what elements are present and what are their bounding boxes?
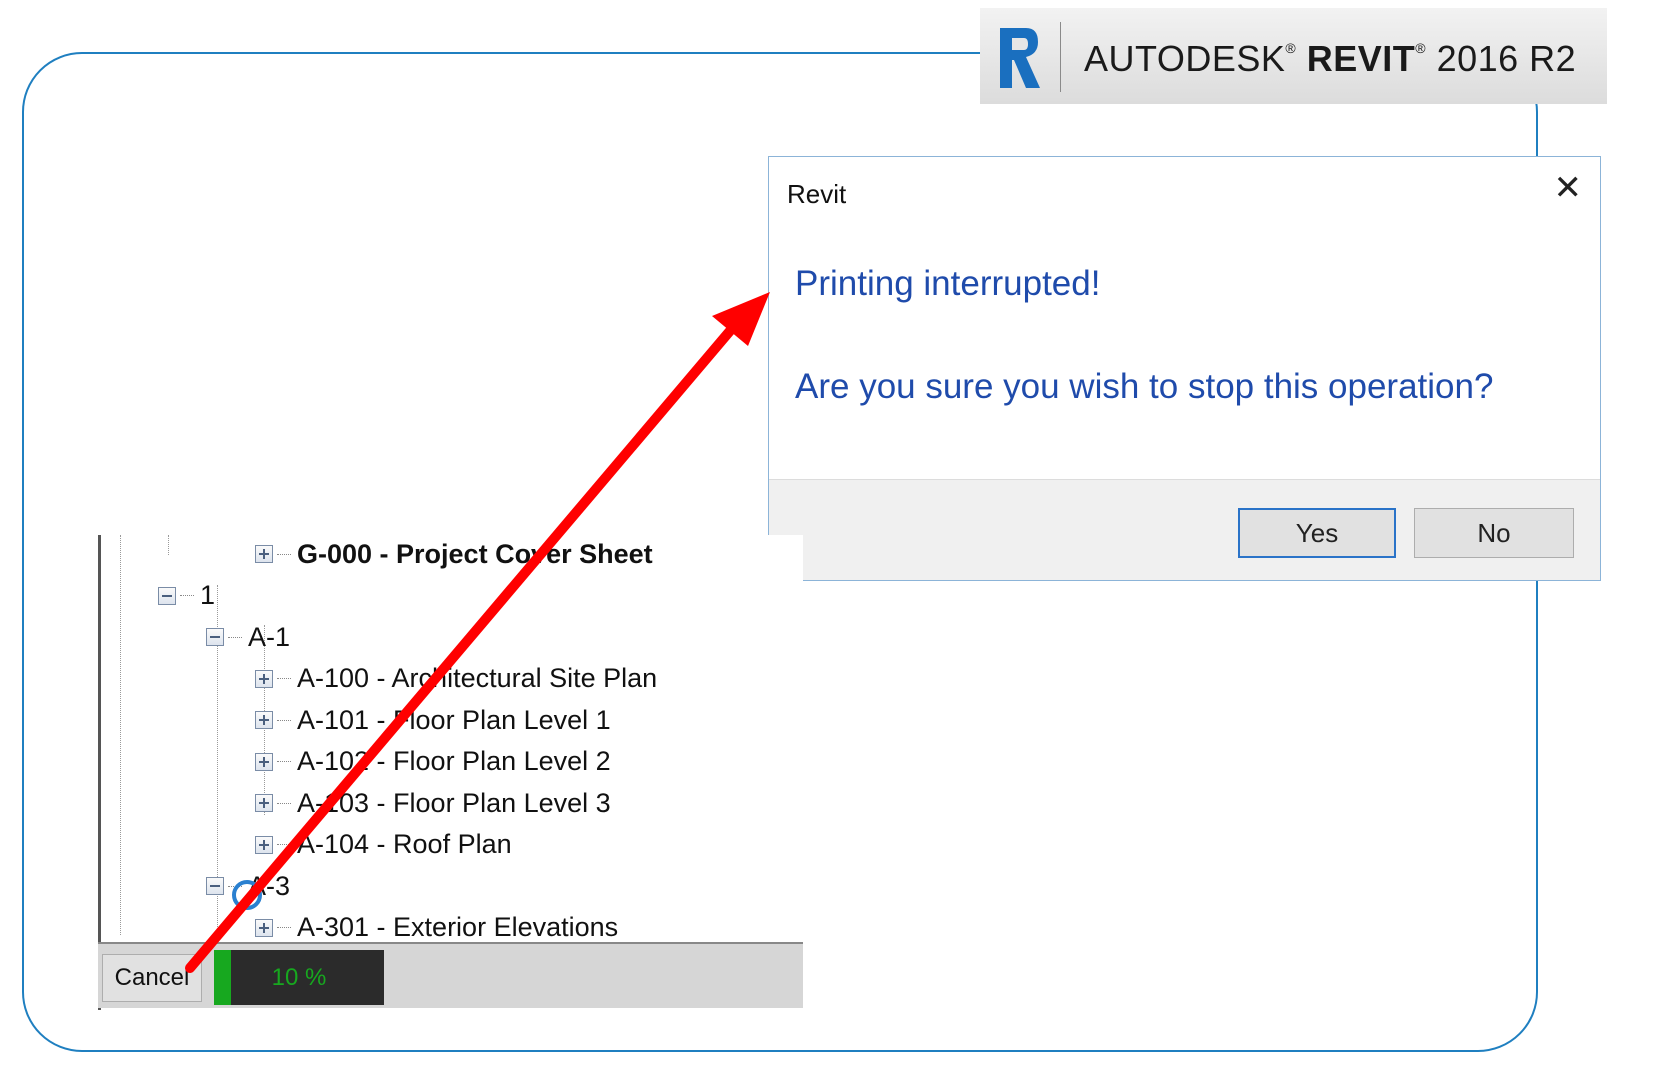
tree-connector [277,927,291,928]
tree-item-label: A-301 - Exterior Elevations [297,912,619,942]
tree-item-label: A-100 - Architectural Site Plan [297,663,658,693]
no-button[interactable]: No [1414,508,1574,558]
tree-connector [228,636,242,638]
revit-r-logo-icon [1000,28,1040,88]
tree-guide-line [120,535,121,935]
tree-item[interactable]: G-000 - Project Cover Sheet [255,537,653,571]
mouse-cursor-highlight [232,880,262,910]
tree-connector [277,844,291,845]
progress-text: 10 % [271,963,327,991]
tree-item[interactable]: A-101 - Floor Plan Level 1 [255,703,611,737]
tree-item[interactable]: 1 [158,579,215,613]
tree-item[interactable]: A-104 - Roof Plan [255,828,512,862]
banner-reg-mark-2: ® [1415,40,1427,56]
tree-item[interactable]: A-100 - Architectural Site Plan [255,662,657,696]
expand-plus-icon[interactable] [255,918,273,937]
tree-item[interactable]: A-103 - Floor Plan Level 3 [255,786,611,820]
tree-item[interactable]: A-301 - Exterior Elevations [255,911,618,945]
tree-connector [277,761,291,762]
tree-guide-line [168,535,169,555]
expand-plus-icon[interactable] [255,545,273,563]
banner-separator [1060,22,1061,92]
tree-connector [180,595,194,596]
tree-item-label: A-102 - Floor Plan Level 2 [297,746,611,776]
expand-plus-icon[interactable] [255,711,273,729]
tree-item-label: 1 [200,580,216,610]
tree-item-label: A-1 [248,621,291,652]
banner-version: 2016 R2 [1436,38,1577,79]
tree-connector [277,719,291,721]
tree-connector [277,802,291,804]
dialog-button-bar: Yes No [769,479,1600,580]
tree-item-label: A-104 - Roof Plan [297,829,512,859]
sheet-tree-panel: G-000 - Project Cover Sheet 1 A-1 A-100 - A… [98,535,803,1010]
tree-connector [277,553,291,555]
tree-connector [277,678,291,679]
expand-plus-icon[interactable] [255,752,273,771]
tree-panel-border [98,535,101,1010]
expand-plus-icon[interactable] [255,794,273,812]
expand-plus-icon[interactable] [255,669,273,688]
status-bar: Cancel 10 % [98,942,803,1008]
collapse-minus-icon[interactable] [206,877,224,895]
banner-title: AUTODESK® REVIT® 2016 R2 [1084,38,1576,80]
tree-item-label: G-000 - Project Cover Sheet [297,538,653,569]
cancel-button[interactable]: Cancel [102,954,202,1002]
revit-dialog: Revit ✕ Printing interrupted! Are you su… [768,156,1601,581]
tree-item-label: A-101 - Floor Plan Level 1 [297,704,611,735]
expand-plus-icon[interactable] [255,835,273,854]
banner-product: REVIT [1306,38,1416,79]
tree-item[interactable]: A-102 - Floor Plan Level 2 [255,745,611,779]
autodesk-revit-banner: AUTODESK® REVIT® 2016 R2 [980,8,1607,104]
dialog-message-heading: Printing interrupted! [795,264,1101,303]
banner-reg-mark-1: ® [1285,40,1297,56]
dialog-message-question: Are you sure you wish to stop this opera… [795,367,1494,406]
dialog-title: Revit [787,179,847,209]
collapse-minus-icon[interactable] [158,586,176,605]
close-icon[interactable]: ✕ [1554,171,1583,205]
banner-company: AUTODESK [1084,38,1286,79]
yes-button[interactable]: Yes [1238,508,1396,558]
tree-item-label: A-103 - Floor Plan Level 3 [297,787,611,818]
tree-item[interactable]: A-1 [206,620,290,654]
collapse-minus-icon[interactable] [206,628,224,646]
progress-bar: 10 % [214,950,384,1005]
